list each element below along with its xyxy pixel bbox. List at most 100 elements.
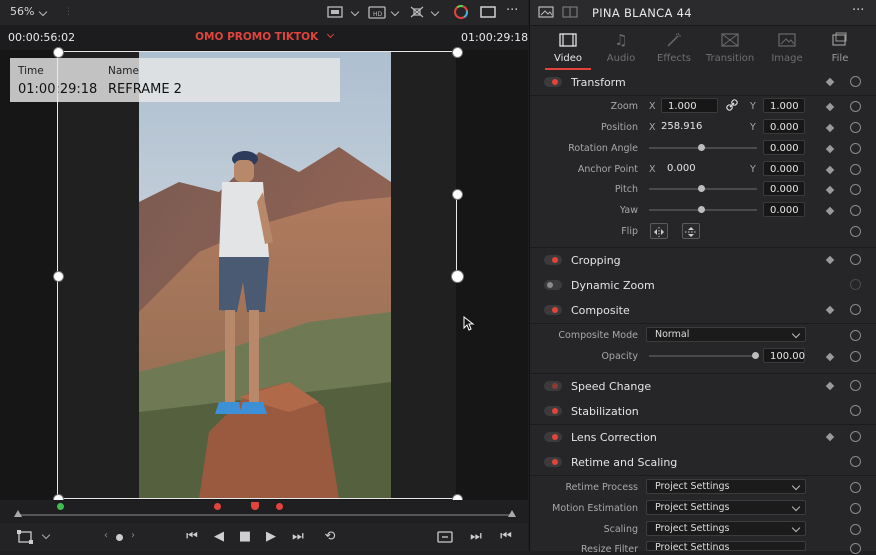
anchor-x-field[interactable]: 0.000 bbox=[667, 161, 717, 176]
keyframe-diamond-icon[interactable] bbox=[825, 77, 835, 87]
reset-icon[interactable] bbox=[850, 543, 861, 554]
timeline-marker-red[interactable] bbox=[214, 503, 221, 510]
section-retime-scaling[interactable]: Retime and Scaling bbox=[530, 450, 876, 476]
retime-process-dropdown[interactable]: Project Settings bbox=[646, 479, 806, 494]
tab-effects[interactable]: Effects bbox=[645, 26, 703, 70]
transform-tool-icon[interactable] bbox=[408, 4, 426, 20]
color-wheel-icon[interactable] bbox=[452, 4, 470, 20]
scrubber-bar[interactable] bbox=[0, 500, 528, 522]
reset-icon[interactable] bbox=[850, 503, 861, 514]
opacity-slider-knob[interactable] bbox=[752, 352, 759, 359]
toggle-transform[interactable] bbox=[544, 77, 562, 87]
loop-icon[interactable]: ⟲ bbox=[320, 528, 340, 546]
link-icon[interactable] bbox=[726, 99, 738, 111]
flip-horizontal-button[interactable] bbox=[650, 223, 668, 239]
reset-icon[interactable] bbox=[850, 351, 861, 362]
section-lens-correction[interactable]: Lens Correction bbox=[530, 425, 876, 451]
reset-icon[interactable] bbox=[850, 482, 861, 493]
more-options-icon[interactable]: ··· bbox=[506, 3, 518, 18]
reset-icon[interactable] bbox=[850, 304, 861, 315]
more-options-icon[interactable]: ··· bbox=[852, 3, 864, 18]
keyframe-diamond-icon[interactable] bbox=[825, 144, 835, 154]
zoom-level[interactable]: 56% bbox=[10, 5, 34, 18]
timeline-marker-green[interactable] bbox=[57, 503, 64, 510]
reset-icon[interactable] bbox=[850, 405, 861, 416]
rotation-slider-knob[interactable] bbox=[698, 144, 705, 151]
transform-handle-top-left[interactable] bbox=[53, 47, 64, 58]
flip-vertical-button[interactable] bbox=[682, 223, 700, 239]
go-to-end-icon[interactable]: ⏭ bbox=[288, 528, 308, 546]
reverse-play-icon[interactable]: ◀ bbox=[209, 528, 229, 546]
reset-icon[interactable] bbox=[850, 330, 861, 341]
split-view-icon[interactable] bbox=[562, 5, 578, 19]
keyframe-diamond-icon[interactable] bbox=[825, 432, 835, 442]
reset-icon[interactable] bbox=[850, 205, 861, 216]
toggle-retime-scaling[interactable] bbox=[544, 457, 562, 467]
section-cropping[interactable]: Cropping bbox=[530, 247, 876, 274]
pitch-slider-knob[interactable] bbox=[698, 185, 705, 192]
fullscreen-icon[interactable] bbox=[479, 4, 497, 20]
keyframe-diamond-icon[interactable] bbox=[825, 123, 835, 133]
toggle-cropping[interactable] bbox=[544, 255, 562, 265]
section-speed-change[interactable]: Speed Change bbox=[530, 373, 876, 400]
position-y-field[interactable]: 0.000 bbox=[763, 119, 805, 134]
zoom-y-field[interactable]: 1.000 bbox=[763, 98, 805, 113]
reset-icon[interactable] bbox=[850, 431, 861, 442]
opacity-slider[interactable] bbox=[649, 355, 757, 357]
play-icon[interactable]: ▶ bbox=[261, 528, 281, 546]
position-x-field[interactable]: 258.916 bbox=[661, 119, 718, 134]
reset-icon[interactable] bbox=[850, 143, 861, 154]
next-frame-icon[interactable]: ⏭ bbox=[466, 528, 486, 546]
chevron-down-icon[interactable] bbox=[350, 7, 360, 17]
resize-filter-dropdown[interactable]: Project Settings bbox=[646, 541, 806, 551]
opacity-field[interactable]: 100.00 bbox=[763, 348, 805, 363]
crop-tool-icon[interactable] bbox=[16, 529, 34, 545]
toggle-stabilization[interactable] bbox=[544, 406, 562, 416]
scrubber-track[interactable] bbox=[18, 514, 512, 516]
keyframe-diamond-icon[interactable] bbox=[825, 102, 835, 112]
reset-icon[interactable] bbox=[850, 254, 861, 265]
image-icon[interactable] bbox=[538, 5, 554, 19]
chevron-down-icon[interactable] bbox=[430, 7, 440, 17]
hd-output-icon[interactable]: HD bbox=[368, 4, 386, 20]
timeline-name[interactable]: OMO PROMO TIKTOK bbox=[0, 30, 528, 43]
section-composite[interactable]: Composite bbox=[530, 298, 876, 324]
reset-icon[interactable] bbox=[850, 101, 861, 112]
rotation-field[interactable]: 0.000 bbox=[763, 140, 805, 155]
previous-frame-icon[interactable]: ⏮ bbox=[496, 528, 516, 546]
reset-icon[interactable] bbox=[850, 122, 861, 133]
section-stabilization[interactable]: Stabilization bbox=[530, 399, 876, 425]
next-keyframe-icon[interactable]: › bbox=[131, 530, 135, 541]
reset-icon[interactable] bbox=[850, 76, 861, 87]
reset-icon[interactable] bbox=[850, 279, 861, 290]
chevron-down-icon[interactable] bbox=[326, 30, 334, 39]
previous-keyframe-icon[interactable]: ‹ bbox=[104, 530, 108, 541]
anchor-y-field[interactable]: 0.000 bbox=[763, 161, 805, 176]
tab-image[interactable]: Image bbox=[758, 26, 816, 70]
reset-icon[interactable] bbox=[850, 184, 861, 195]
section-transform[interactable]: Transform bbox=[530, 70, 876, 96]
toggle-composite[interactable] bbox=[544, 305, 562, 315]
tab-video[interactable]: Video bbox=[539, 26, 597, 70]
rotation-handle[interactable] bbox=[452, 189, 463, 200]
transform-handle-mid-left[interactable] bbox=[53, 271, 64, 282]
tab-audio[interactable]: ♫ Audio bbox=[592, 26, 650, 70]
yaw-slider-knob[interactable] bbox=[698, 206, 705, 213]
reset-icon[interactable] bbox=[850, 380, 861, 391]
reset-icon[interactable] bbox=[850, 226, 861, 237]
scrubber-end-marker[interactable] bbox=[508, 510, 516, 517]
scrubber-start-marker[interactable] bbox=[14, 510, 22, 517]
keyframe-diamond-icon[interactable] bbox=[825, 185, 835, 195]
transform-handle-top-right[interactable] bbox=[452, 47, 463, 58]
timeline-marker-red[interactable] bbox=[276, 503, 283, 510]
composite-mode-dropdown[interactable]: Normal bbox=[646, 327, 806, 342]
keyframe-diamond-icon[interactable] bbox=[825, 206, 835, 216]
keyframe-dot-icon[interactable] bbox=[116, 534, 123, 541]
tab-transition[interactable]: Transition bbox=[701, 26, 759, 70]
section-dynamic-zoom[interactable]: Dynamic Zoom bbox=[530, 273, 876, 299]
match-frame-icon[interactable] bbox=[436, 530, 454, 544]
zoom-x-field[interactable]: 1.000 bbox=[661, 98, 718, 113]
tab-file[interactable]: File bbox=[811, 26, 869, 70]
reset-icon[interactable] bbox=[850, 164, 861, 175]
stop-icon[interactable]: ■ bbox=[235, 528, 255, 546]
